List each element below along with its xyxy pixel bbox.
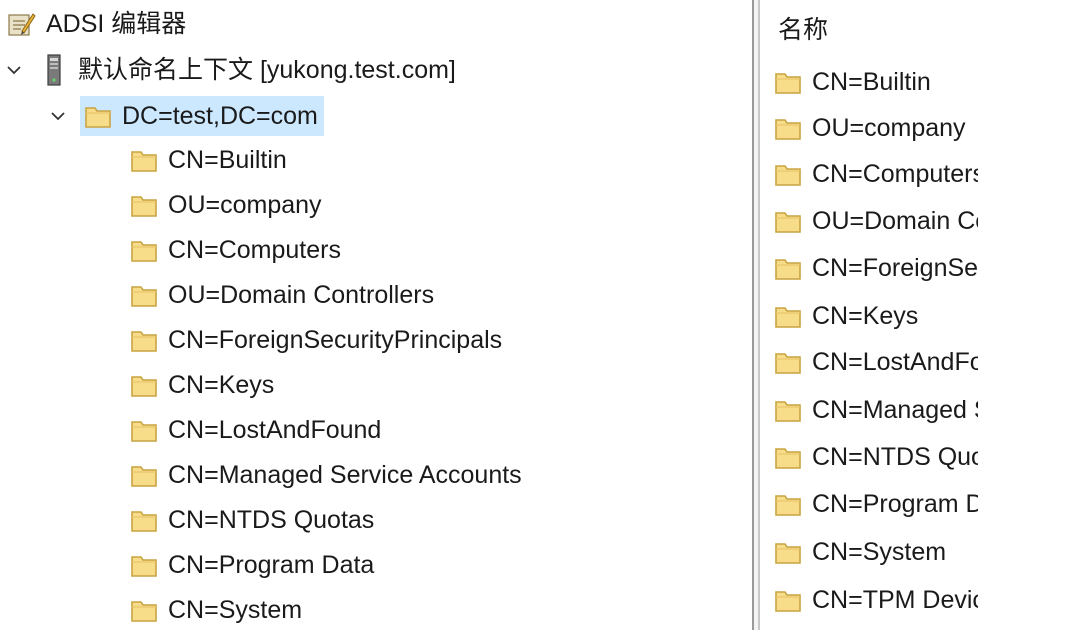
tree-item-label: OU=company [168, 191, 322, 219]
list-item[interactable]: OU=Domain Controllers [774, 201, 978, 241]
folder-icon [130, 462, 158, 488]
list-item-label: CN=ForeignSecurityPrincipals [812, 253, 978, 282]
folder-icon [130, 417, 158, 443]
tree-root-adsi-editor[interactable]: ADSI 编辑器 [6, 4, 186, 44]
folder-icon [774, 539, 802, 565]
folder-icon [130, 192, 158, 218]
list-item[interactable]: CN=TPM Devices [774, 580, 978, 620]
column-header-name[interactable]: 名称 [778, 10, 828, 50]
folder-icon [774, 208, 802, 234]
tree-item-label: CN=NTDS Quotas [168, 506, 375, 534]
adsi-editor-icon [6, 9, 36, 39]
tree-item[interactable]: CN=LostAndFound [130, 410, 381, 450]
chevron-down-icon[interactable] [50, 108, 66, 124]
tree-item[interactable]: OU=Domain Controllers [130, 275, 434, 315]
server-icon [44, 53, 64, 87]
tree-item-label: CN=Program Data [168, 551, 375, 579]
folder-icon [130, 282, 158, 308]
tree-item[interactable]: OU=company [130, 185, 322, 225]
tree-node-label: DC=test,DC=com [122, 102, 318, 130]
folder-icon [130, 507, 158, 533]
list-item[interactable]: CN=System [774, 532, 946, 572]
folder-icon [774, 349, 802, 375]
tree-root-label: ADSI 编辑器 [46, 10, 187, 38]
folder-icon [774, 491, 802, 517]
tree-item-label: CN=System [168, 596, 303, 624]
folder-icon [774, 161, 802, 187]
list-item-label: CN=LostAndFound [812, 347, 978, 376]
folder-icon [130, 327, 158, 353]
tree-item-label: CN=Keys [168, 371, 275, 399]
tree-item-label: CN=ForeignSecurityPrincipals [168, 326, 503, 354]
folder-icon [774, 303, 802, 329]
folder-icon [774, 444, 802, 470]
tree-item-label: CN=Managed Service Accounts [168, 461, 522, 489]
tree-item-label: CN=LostAndFound [168, 416, 382, 444]
tree-item-label: CN=Computers [168, 236, 341, 264]
folder-icon [774, 255, 802, 281]
tree-item[interactable]: CN=Keys [130, 365, 274, 405]
tree-item[interactable]: CN=NTDS Quotas [130, 500, 374, 540]
tree-node-label: 默认命名上下文 [yukong.test.com] [78, 56, 456, 84]
folder-icon [130, 237, 158, 263]
tree-item[interactable]: CN=Computers [130, 230, 341, 270]
list-item-label: CN=NTDS Quotas [812, 442, 978, 471]
list-clip: 名称 CN=Builtin OU=company CN=Computers OU… [762, 0, 978, 630]
tree-item[interactable]: CN=ForeignSecurityPrincipals [130, 320, 502, 360]
folder-icon [130, 147, 158, 173]
list-item-label: CN=Managed Service Accounts [812, 395, 978, 424]
tree-item[interactable]: CN=System [130, 590, 302, 630]
tree-node-default-naming-context[interactable]: 默认命名上下文 [yukong.test.com] [6, 50, 456, 90]
folder-icon [130, 552, 158, 578]
list-item-label: CN=Builtin [812, 67, 931, 96]
list-item[interactable]: CN=Managed Service Accounts [774, 390, 978, 430]
list-item-label: CN=Program Data [812, 489, 978, 518]
list-item[interactable]: CN=NTDS Quotas [774, 437, 978, 477]
folder-icon [774, 69, 802, 95]
tree-item[interactable]: CN=Program Data [130, 545, 374, 585]
pane-splitter[interactable] [752, 0, 760, 630]
list-item-label: CN=System [812, 537, 947, 566]
list-pane: 名称 CN=Builtin OU=company CN=Computers OU… [762, 0, 1075, 630]
list-item[interactable]: OU=company [774, 108, 966, 148]
tree-pane: ADSI 编辑器 默认命名上下文 [yukong.test.com] DC=te… [0, 0, 752, 630]
list-item[interactable]: CN=Computers [774, 154, 978, 194]
list-item[interactable]: CN=LostAndFound [774, 342, 978, 382]
tree-item[interactable]: CN=Builtin [130, 140, 287, 180]
list-item-label: CN=Computers [812, 159, 978, 188]
folder-icon [130, 597, 158, 623]
folder-icon [774, 115, 802, 141]
list-item[interactable]: CN=Builtin [774, 62, 931, 102]
list-item[interactable]: CN=Keys [774, 296, 918, 336]
list-item-label: CN=Keys [812, 301, 919, 330]
list-item-label: CN=TPM Devices [812, 585, 978, 614]
chevron-down-icon[interactable] [6, 62, 22, 78]
tree-item[interactable]: CN=Managed Service Accounts [130, 455, 522, 495]
list-item-label: OU=company [812, 113, 966, 142]
list-item-label: OU=Domain Controllers [812, 206, 978, 235]
folder-icon [130, 372, 158, 398]
folder-icon [774, 587, 802, 613]
folder-icon [84, 103, 112, 129]
list-item[interactable]: CN=ForeignSecurityPrincipals [774, 248, 978, 288]
list-item[interactable]: CN=Program Data [774, 484, 978, 524]
tree-node-domain[interactable]: DC=test,DC=com [50, 96, 324, 136]
tree-item-label: OU=Domain Controllers [168, 281, 435, 309]
folder-icon [774, 397, 802, 423]
selection-highlight: DC=test,DC=com [80, 96, 324, 136]
tree-item-label: CN=Builtin [168, 146, 287, 174]
